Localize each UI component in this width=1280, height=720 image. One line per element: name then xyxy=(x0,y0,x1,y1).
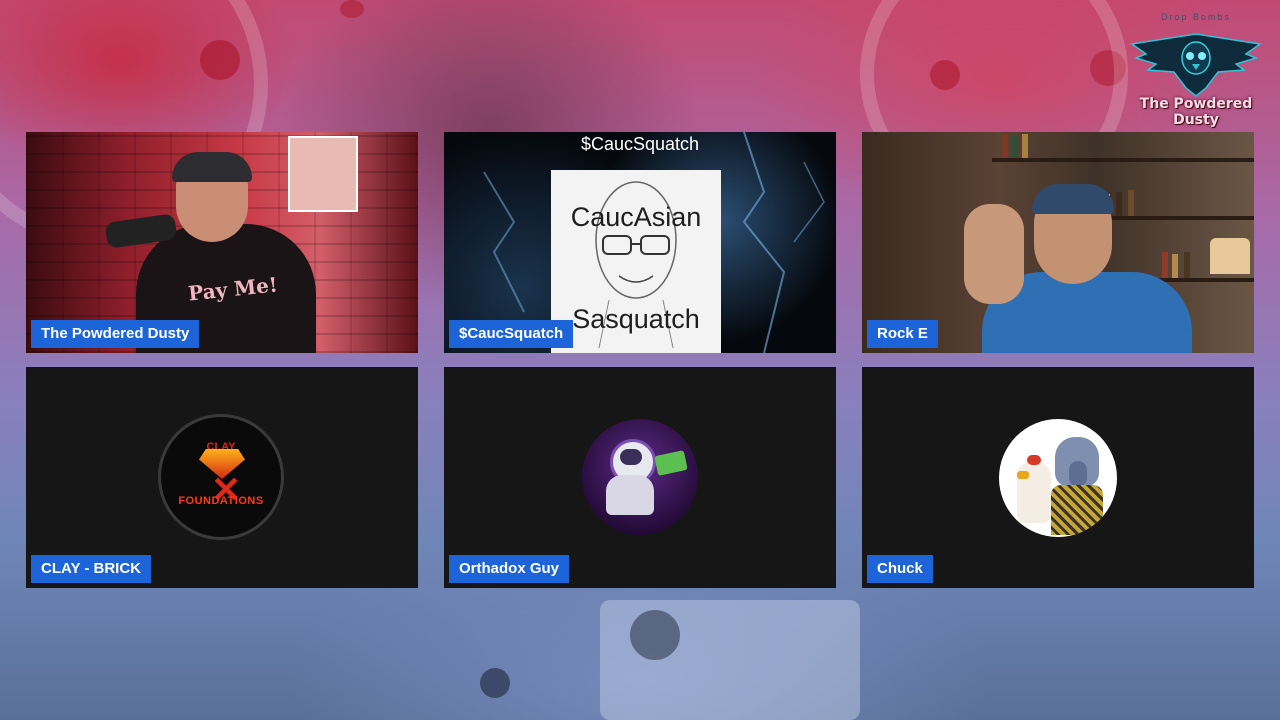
chicken-beak-icon xyxy=(1017,471,1029,479)
bg-dot xyxy=(630,610,680,660)
book xyxy=(1172,254,1178,278)
card-line-2: Sasquatch xyxy=(572,304,700,334)
card-line-1: CaucAsian xyxy=(570,202,702,232)
book xyxy=(1022,134,1028,158)
plaid-jacket-icon xyxy=(1051,485,1103,535)
participant-tile-rock-e[interactable]: Rock E xyxy=(862,132,1254,353)
gonzo-nose-icon xyxy=(1069,461,1087,487)
participant-name-tag: $CaucSquatch xyxy=(449,320,574,348)
wall-poster xyxy=(288,136,358,212)
avatar xyxy=(582,419,698,535)
bg-dot xyxy=(200,40,240,80)
avatar xyxy=(999,419,1117,537)
book xyxy=(1002,134,1008,158)
participant-video-cap xyxy=(1032,184,1114,214)
book xyxy=(1184,252,1190,278)
participant-tile-clay-brick[interactable]: CLAY ✕ FOUNDATIONS CLAY - BRICK xyxy=(26,367,418,588)
astronaut-suit-icon xyxy=(606,475,654,515)
stream-caption: $CaucSquatch xyxy=(580,134,700,154)
bg-dot xyxy=(480,668,510,698)
owl-logo-icon xyxy=(1130,33,1262,97)
participant-tile-chuck[interactable]: Chuck xyxy=(862,367,1254,588)
caucsquatch-card: CaucAsian Sasquatch xyxy=(551,170,721,353)
book xyxy=(1162,252,1168,278)
bg-dot xyxy=(930,60,960,90)
participant-video-hand xyxy=(964,204,1024,304)
astronaut-visor-icon xyxy=(620,449,642,465)
participant-name-tag: Rock E xyxy=(867,320,938,348)
brand-name: The Powdered Dusty xyxy=(1139,96,1253,128)
participant-tile-the-powdered-dusty[interactable]: Pay Me! The Powdered Dusty xyxy=(26,132,418,353)
stream-canvas: { "brand": { "tagline": "Drop Bombs", "n… xyxy=(0,0,1280,720)
avatar-text-bottom: FOUNDATIONS xyxy=(178,495,264,507)
book xyxy=(1128,190,1134,216)
participant-tile-caucsquatch[interactable]: $CaucSquatch CaucAsian Sasquatch $CaucSq… xyxy=(444,132,836,353)
participant-name-tag: CLAY - BRICK xyxy=(31,555,152,583)
bookshelf xyxy=(992,158,1254,162)
participant-name-tag: Chuck xyxy=(867,555,933,583)
lamp xyxy=(1210,238,1250,274)
participant-name-tag: The Powdered Dusty xyxy=(31,320,200,348)
book xyxy=(1012,136,1018,158)
cash-icon xyxy=(654,450,688,476)
avatar: CLAY ✕ FOUNDATIONS xyxy=(158,414,284,540)
book xyxy=(1116,192,1122,216)
chicken-comb-icon xyxy=(1027,455,1041,465)
brand-tagline: Drop Bombs xyxy=(1160,12,1232,22)
participant-name-tag: Orthadox Guy xyxy=(449,555,570,583)
bg-panel xyxy=(600,600,860,720)
bg-dot xyxy=(340,0,364,18)
brand-logo: Drop Bombs The Powdered Dusty xyxy=(1120,8,1272,128)
participant-video-cap xyxy=(172,152,252,182)
participant-tile-orthadox-guy[interactable]: Orthadox Guy xyxy=(444,367,836,588)
